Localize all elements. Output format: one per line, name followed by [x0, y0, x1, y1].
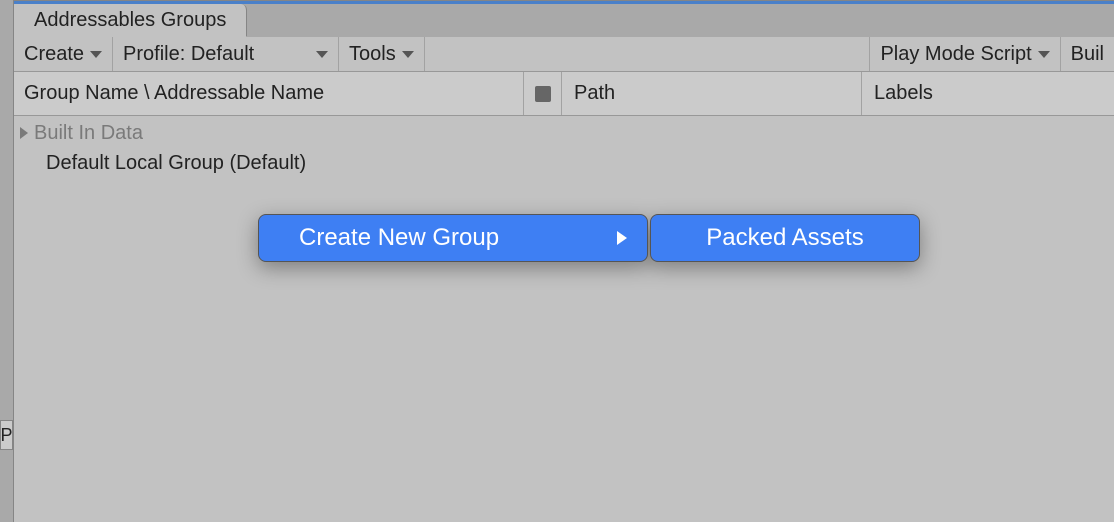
- tools-dropdown[interactable]: Tools: [339, 37, 425, 71]
- build-dropdown[interactable]: Buil: [1061, 37, 1114, 71]
- left-panel-stub[interactable]: P: [0, 420, 13, 450]
- toolbar-spacer: [425, 37, 871, 71]
- tab-addressables-groups[interactable]: Addressables Groups: [14, 4, 247, 37]
- create-dropdown[interactable]: Create: [14, 37, 113, 71]
- column-path-label: Path: [574, 82, 615, 105]
- default-label: Default Local Group (Default): [46, 152, 306, 175]
- triangle-right-icon: [617, 231, 627, 245]
- playmode-dropdown[interactable]: Play Mode Script: [870, 37, 1060, 71]
- menu-create-label: Create New Group: [299, 224, 499, 252]
- chevron-down-icon: [402, 51, 414, 58]
- chevron-down-icon: [90, 51, 102, 58]
- context-menu: Create New Group Packed Assets: [258, 214, 920, 262]
- menu-create-new-group[interactable]: Create New Group: [258, 214, 648, 262]
- puzzle-icon: [535, 86, 551, 102]
- builtin-label: Built In Data: [34, 122, 143, 145]
- menu-packed-label: Packed Assets: [706, 224, 863, 252]
- column-labels[interactable]: Labels: [862, 72, 1114, 115]
- toolbar: Create Profile: Default Tools Play Mode …: [14, 37, 1114, 72]
- playmode-label: Play Mode Script: [880, 43, 1031, 66]
- build-label: Buil: [1071, 43, 1104, 66]
- tab-label: Addressables Groups: [34, 9, 226, 32]
- triangle-right-icon: [20, 127, 28, 139]
- tab-bar: Addressables Groups: [14, 1, 1114, 37]
- column-group-name[interactable]: Group Name \ Addressable Name: [14, 72, 524, 115]
- group-row-default[interactable]: Default Local Group (Default): [14, 148, 1114, 178]
- tools-label: Tools: [349, 43, 396, 66]
- create-label: Create: [24, 43, 84, 66]
- chevron-down-icon: [1038, 51, 1050, 58]
- column-headers: Group Name \ Addressable Name Path Label…: [14, 72, 1114, 116]
- menu-packed-assets[interactable]: Packed Assets: [650, 214, 920, 262]
- chevron-down-icon: [316, 51, 328, 58]
- profile-dropdown[interactable]: Profile: Default: [113, 37, 339, 71]
- profile-label: Profile: Default: [123, 43, 254, 66]
- group-row-builtin[interactable]: Built In Data: [14, 118, 1114, 148]
- column-icon-header[interactable]: [524, 72, 562, 115]
- groups-content[interactable]: Built In Data Default Local Group (Defau…: [14, 116, 1114, 522]
- column-labels-label: Labels: [874, 82, 933, 105]
- stub-label: P: [1, 425, 13, 446]
- column-name-label: Group Name \ Addressable Name: [24, 82, 324, 105]
- column-path[interactable]: Path: [562, 72, 862, 115]
